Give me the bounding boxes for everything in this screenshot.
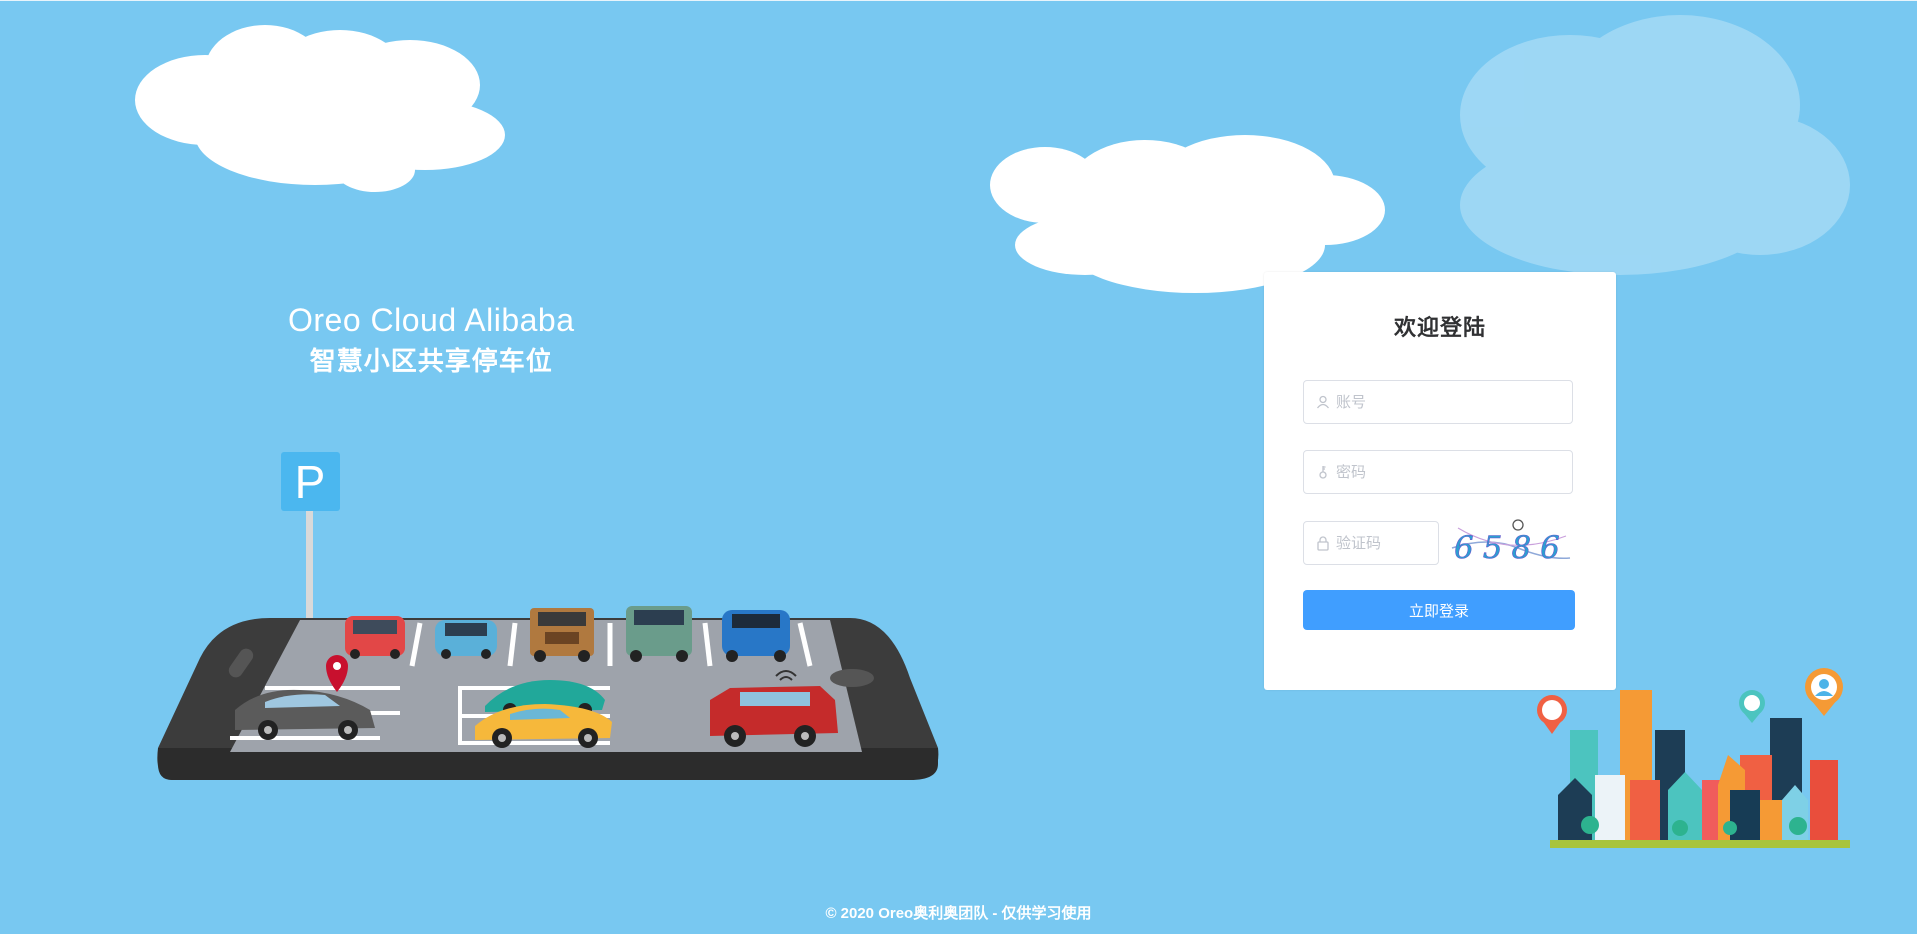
pin-edit-icon [1537,695,1567,734]
brand-title-cn: 智慧小区共享停车位 [309,346,553,376]
user-icon [1316,395,1330,409]
login-title: 欢迎登陆 [1393,315,1486,340]
car-red-top [345,616,405,659]
brand-title-en: Oreo Cloud Alibaba [288,302,575,338]
pin-book-icon [1739,690,1765,723]
username-field[interactable] [1303,380,1573,424]
password-field[interactable] [1303,450,1573,494]
brand-block: Oreo Cloud Alibaba 智慧小区共享停车位 [288,302,575,378]
captcha-field[interactable] [1303,521,1439,565]
parking-illustration: P [157,452,939,780]
cloud-left [135,25,505,192]
login-card: 欢迎登陆 6586 立即登录 [1264,272,1616,690]
parking-sign-letter: P [295,456,326,508]
car-jeep-top [530,608,594,662]
pin-user-icon [1805,668,1843,716]
password-input[interactable] [1336,451,1556,493]
captcha-input[interactable] [1336,522,1432,564]
car-suv-top [626,606,692,662]
lock-icon [1317,536,1329,551]
footer-copyright: © 2020 Oreo奥利奥团队 - 仅供学习使用 [825,905,1092,922]
parking-sign-pole [306,508,313,628]
username-input[interactable] [1336,381,1556,423]
login-button[interactable]: 立即登录 [1303,590,1575,630]
car-blue-top [435,620,497,659]
top-edge [0,0,1917,1]
captcha-image[interactable]: 6586 [1448,518,1572,568]
car-navy-top [722,610,790,662]
captcha-code: 6586 [1454,530,1569,566]
cloud-right-faint [1460,15,1850,275]
key-icon [1319,466,1327,479]
